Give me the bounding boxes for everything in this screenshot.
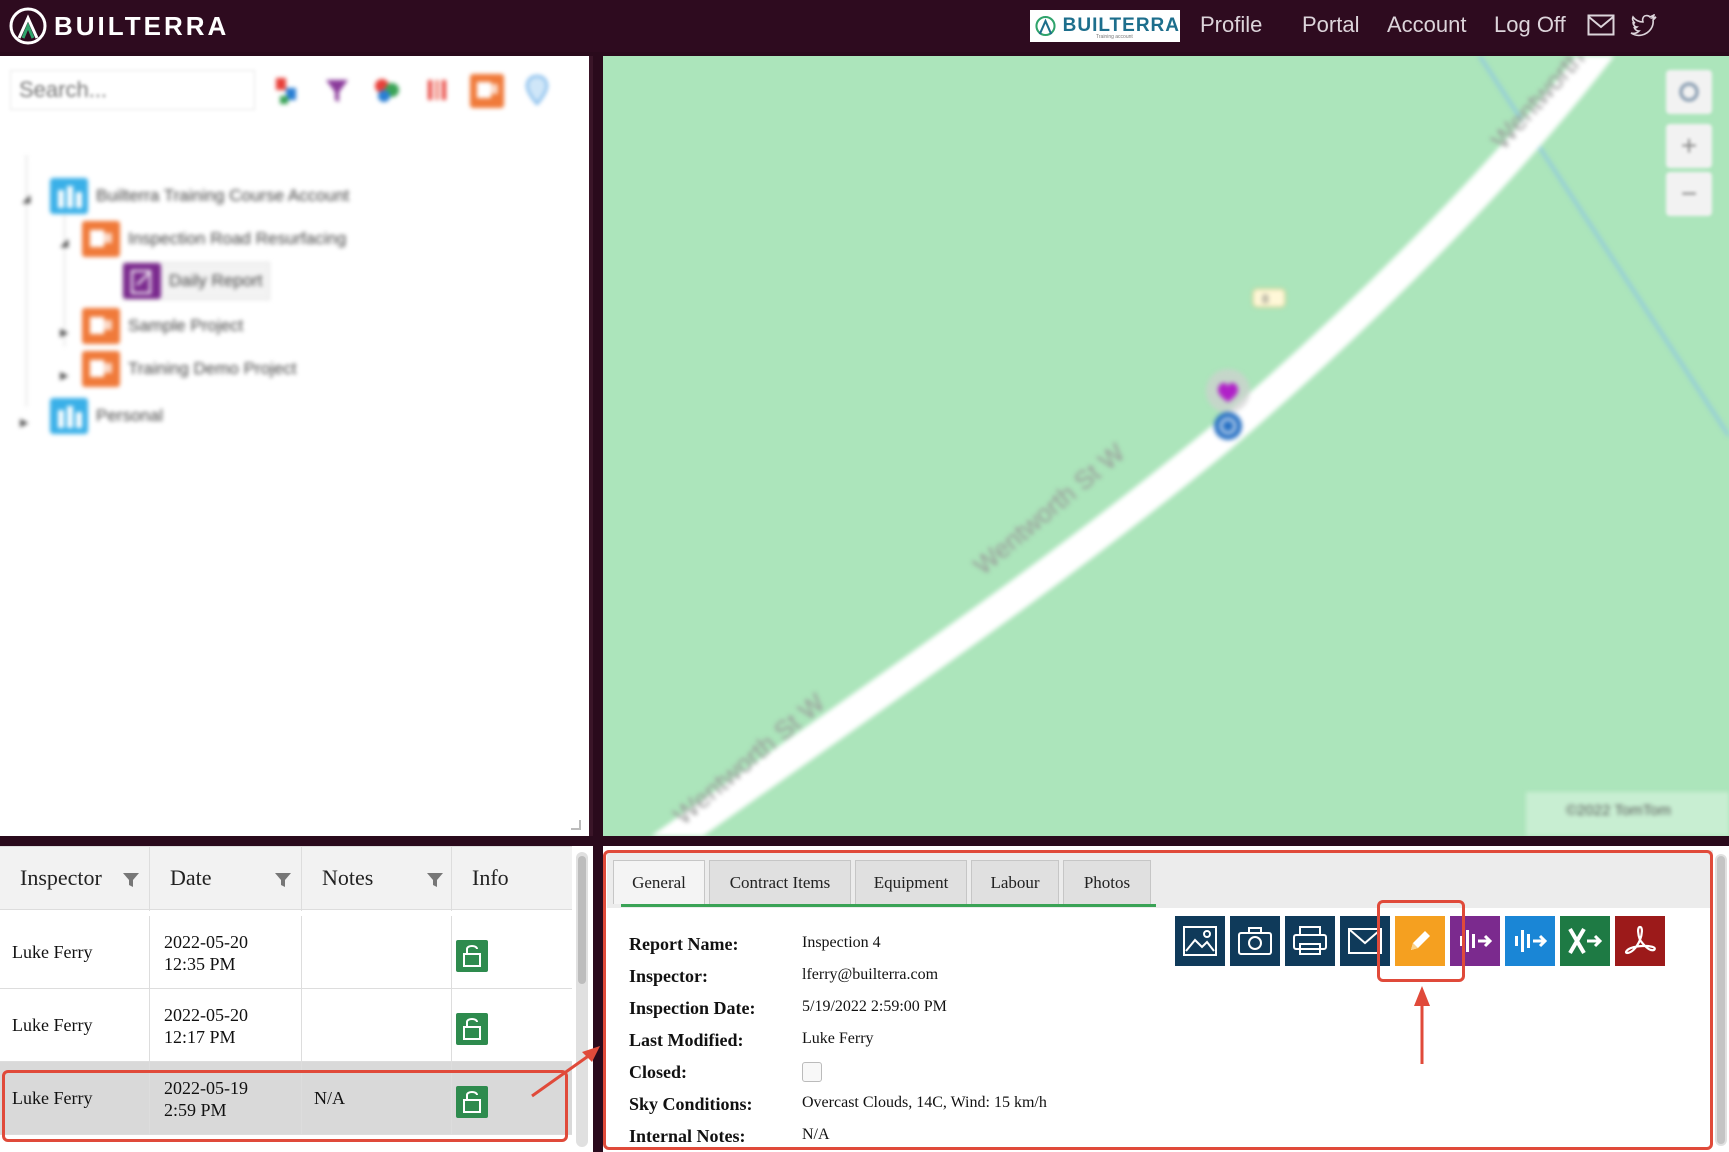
project-tree-panel: ◢ Builterra Training Course Account ◢ In… <box>0 56 593 836</box>
expand-arrow-icon[interactable]: ▶ <box>60 369 68 382</box>
account-folder-icon <box>50 178 88 214</box>
project-icon <box>82 221 120 257</box>
filter-icon[interactable] <box>274 871 292 889</box>
column-title: Date <box>170 865 212 890</box>
tree-node-label: Builterra Training Course Account <box>96 186 350 205</box>
tree-search-input[interactable] <box>10 70 255 110</box>
zoom-in-button[interactable]: + <box>1666 124 1712 168</box>
toolbar-list-icon[interactable] <box>418 70 456 110</box>
nav-portal[interactable]: Portal <box>1302 12 1359 38</box>
cell-inspector: Luke Ferry <box>12 1015 93 1035</box>
grid-scrollbar-thumb[interactable] <box>578 856 586 984</box>
tree-node-label: Personal <box>96 406 164 425</box>
column-title: Notes <box>322 865 374 890</box>
nav-account[interactable]: Account <box>1387 12 1467 38</box>
nav-log-off[interactable]: Log Off <box>1494 12 1566 38</box>
tree-node-label: Daily Report <box>169 271 263 290</box>
map-settings-button[interactable] <box>1666 70 1712 114</box>
report-icon <box>123 263 161 299</box>
filter-icon[interactable] <box>426 871 444 889</box>
column-title: Inspector <box>20 865 102 890</box>
tree-node-label: Inspection Road Resurfacing <box>128 229 347 248</box>
grid-header: Inspector Date Notes Info <box>0 846 572 911</box>
table-row[interactable]: Luke Ferry 2022-05-20 12:35 PM <box>0 916 572 989</box>
toolbar-project-icon[interactable] <box>468 70 506 110</box>
callout-arrow-icon <box>531 1046 600 1098</box>
unlock-button[interactable] <box>456 940 488 972</box>
project-icon <box>82 351 120 387</box>
map-attribution: ©2022 TomTom <box>1526 792 1729 836</box>
tree-node-personal[interactable]: Personal <box>50 398 163 434</box>
unlock-icon <box>463 945 481 967</box>
tree-node-inspection-project[interactable]: Inspection Road Resurfacing <box>82 221 346 257</box>
nav-profile[interactable]: Profile <box>1200 12 1262 38</box>
tree-node-label: Training Demo Project <box>128 359 297 378</box>
highlight-box <box>2 1070 568 1142</box>
tree-node-daily-report[interactable]: Daily Report <box>122 262 270 300</box>
callout-arrow-up-icon <box>1414 986 1430 1064</box>
logo-text: BUILTERRA <box>54 10 230 41</box>
toolbar-filter-icon[interactable] <box>318 70 356 110</box>
badge-logo-icon <box>1035 15 1056 37</box>
logo-mark-icon <box>9 7 47 45</box>
map-view[interactable]: Wentworth St Wentworth St W Wentworth St… <box>603 56 1729 836</box>
badge-subtext: Training account <box>1096 34 1133 40</box>
expand-arrow-icon[interactable]: ▶ <box>20 416 28 429</box>
unlock-icon <box>463 1018 481 1040</box>
column-header-info: Info <box>452 847 572 911</box>
twitter-icon[interactable] <box>1630 14 1658 38</box>
road-badge: 8 <box>1262 292 1269 306</box>
tree-node-sample-project[interactable]: Sample Project <box>82 308 243 344</box>
zoom-out-button[interactable]: − <box>1666 172 1712 216</box>
project-icon <box>82 308 120 344</box>
tree-node-label: Sample Project <box>128 316 244 335</box>
highlight-box-edit <box>1377 900 1465 982</box>
expand-arrow-icon[interactable]: ▶ <box>60 326 68 339</box>
toolbar-location-icon[interactable] <box>518 70 556 110</box>
highlight-box <box>603 850 1713 1150</box>
cell-time: 12:35 PM <box>164 954 236 974</box>
report-detail-panel: General Contract Items Equipment Labour … <box>603 846 1729 1152</box>
resize-grip-icon[interactable] <box>571 820 581 830</box>
cell-inspector: Luke Ferry <box>12 942 93 962</box>
tree-node-account[interactable]: Builterra Training Course Account <box>50 178 349 214</box>
detail-scrollbar-thumb[interactable] <box>1717 856 1725 1144</box>
cell-date: 2022-05-20 <box>164 1005 248 1025</box>
reports-grid: Inspector Date Notes Info Luke Ferry 202… <box>0 846 593 1152</box>
toolbar-hierarchy-icon[interactable] <box>268 70 306 110</box>
tree-node-training-demo[interactable]: Training Demo Project <box>82 351 297 387</box>
mail-icon[interactable] <box>1587 14 1615 36</box>
cell-time: 12:17 PM <box>164 1027 236 1047</box>
filter-icon[interactable] <box>122 871 140 889</box>
account-brand-badge: BUILTERRA Training account <box>1030 10 1180 42</box>
account-folder-icon <box>50 398 88 434</box>
toolbar-layers-icon[interactable] <box>368 70 406 110</box>
app-header: BUILTERRA BUILTERRA Training account Pro… <box>0 0 1729 52</box>
table-row[interactable]: Luke Ferry 2022-05-20 12:17 PM <box>0 989 572 1062</box>
builterra-logo[interactable]: BUILTERRA <box>8 6 229 46</box>
cell-date: 2022-05-20 <box>164 932 248 952</box>
collapse-arrow-icon[interactable]: ◢ <box>22 192 30 205</box>
column-title: Info <box>472 865 509 890</box>
collapse-arrow-icon[interactable]: ◢ <box>60 236 68 249</box>
gear-icon <box>1679 82 1699 102</box>
unlock-button[interactable] <box>456 1013 488 1045</box>
